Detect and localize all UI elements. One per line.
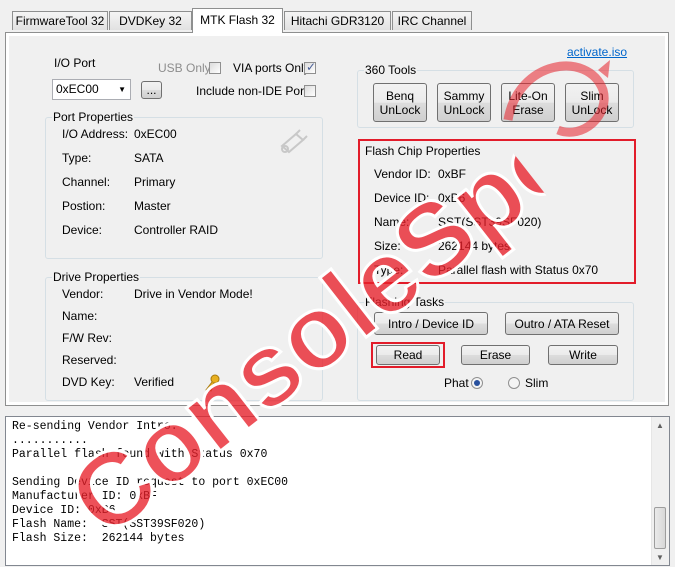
log-text: Re-sending Vendor Intro: ........... Par… bbox=[12, 420, 289, 545]
include-non-ide-label: Include non-IDE Ports bbox=[196, 84, 314, 98]
tab-mtk-flash[interactable]: MTK Flash 32 bbox=[192, 8, 283, 33]
io-port-select[interactable]: 0xEC00 ▼ bbox=[52, 79, 131, 100]
chevron-down-icon: ▼ bbox=[118, 85, 126, 94]
intro-device-id-button[interactable]: Intro / Device ID bbox=[374, 312, 488, 335]
port-key: Device: bbox=[62, 223, 103, 237]
scroll-up-icon[interactable]: ▲ bbox=[656, 421, 664, 430]
slim-radio[interactable] bbox=[508, 377, 520, 389]
drive-key: Name: bbox=[62, 309, 98, 323]
drive-key: DVD Key: bbox=[62, 375, 115, 389]
key-icon bbox=[205, 374, 220, 393]
drive-key: Reserved: bbox=[62, 353, 117, 367]
usb-only-label: USB Only bbox=[158, 61, 211, 75]
port-value: Primary bbox=[134, 175, 176, 189]
port-properties-title: Port Properties bbox=[52, 109, 135, 125]
tab-dvdkey[interactable]: DVDKey 32 bbox=[109, 11, 192, 30]
port-key: Type: bbox=[62, 151, 92, 165]
via-only-checkbox[interactable] bbox=[304, 60, 316, 74]
write-button[interactable]: Write bbox=[548, 345, 618, 365]
drive-value: Drive in Vendor Mode! bbox=[134, 287, 253, 301]
io-port-value: 0xEC00 bbox=[56, 82, 99, 96]
include-non-ide-checkbox[interactable] bbox=[304, 85, 316, 97]
drive-properties-title: Drive Properties bbox=[52, 269, 141, 285]
tools-360-title: 360 Tools bbox=[364, 62, 418, 78]
browse-port-button[interactable]: ... bbox=[141, 81, 162, 99]
drive-value: Verified bbox=[134, 375, 175, 389]
erase-button[interactable]: Erase bbox=[461, 345, 530, 365]
phat-radio[interactable] bbox=[471, 377, 483, 389]
port-key: I/O Address: bbox=[62, 127, 129, 141]
port-value: 0xEC00 bbox=[134, 127, 177, 141]
via-only-label: VIA ports Only bbox=[233, 61, 310, 75]
port-value: SATA bbox=[134, 151, 164, 165]
port-value: Master bbox=[134, 199, 171, 213]
log-console[interactable]: Re-sending Vendor Intro: ........... Par… bbox=[5, 416, 670, 566]
watermark-swirl-icon bbox=[503, 60, 610, 137]
ide-cable-icon bbox=[280, 129, 308, 154]
scroll-thumb[interactable] bbox=[654, 507, 666, 549]
phat-label: Phat bbox=[444, 376, 469, 390]
port-key: Postion: bbox=[62, 199, 106, 213]
port-value: Controller RAID bbox=[134, 223, 219, 237]
scroll-down-icon[interactable]: ▼ bbox=[656, 553, 664, 562]
read-highlight-box bbox=[371, 342, 445, 368]
usb-only-checkbox[interactable] bbox=[209, 62, 221, 74]
tab-strip: FirmwareTool 32 DVDKey 32 MTK Flash 32 H… bbox=[0, 0, 675, 33]
sammy-unlock-button[interactable]: Sammy UnLock bbox=[437, 83, 491, 122]
port-key: Channel: bbox=[62, 175, 111, 189]
slim-label: Slim bbox=[525, 376, 549, 390]
tab-hitachi[interactable]: Hitachi GDR3120 bbox=[284, 11, 391, 30]
drive-key: Vendor: bbox=[62, 287, 104, 301]
io-port-label: I/O Port bbox=[54, 56, 96, 70]
tab-firmwaretool[interactable]: FirmwareTool 32 bbox=[12, 11, 108, 30]
benq-unlock-button[interactable]: Benq UnLock bbox=[373, 83, 427, 122]
flash-chip-highlight-box bbox=[358, 139, 636, 284]
drive-key: F/W Rev: bbox=[62, 331, 112, 345]
tab-irc-channel[interactable]: IRC Channel bbox=[392, 11, 472, 30]
outro-ata-reset-button[interactable]: Outro / ATA Reset bbox=[505, 312, 619, 335]
flashing-tasks-title: Flashing Tasks bbox=[364, 294, 446, 310]
log-scrollbar[interactable]: ▲ ▼ bbox=[651, 417, 669, 565]
